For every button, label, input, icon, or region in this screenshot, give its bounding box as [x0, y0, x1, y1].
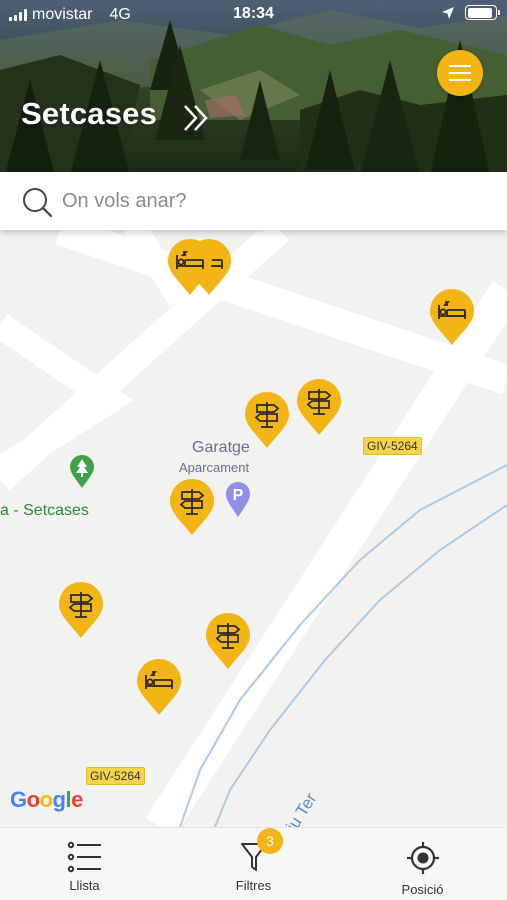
tab-filtres[interactable]: Filtres [169, 828, 338, 900]
map-pin-signpost [244, 391, 290, 449]
map-pin-signpost [169, 478, 215, 536]
map-pin-signpost [296, 378, 342, 436]
pin-lodging[interactable] [166, 238, 214, 296]
header: movistar 4G 18:34 Setcases [0, 0, 507, 175]
map-label-aparcament[interactable]: Aparcament [179, 460, 249, 475]
tab-posicio[interactable]: Posició [338, 828, 507, 900]
battery-icon [465, 5, 500, 20]
status-right [441, 5, 500, 20]
location-arrow-icon [442, 6, 454, 19]
map-pin-bed [136, 658, 182, 716]
map-pin-signpost [205, 612, 251, 670]
pin-lodging[interactable] [428, 288, 476, 346]
status-time: 18:34 [233, 5, 274, 22]
crosshair-icon [406, 842, 439, 874]
tab-llista[interactable]: Llista [0, 828, 169, 900]
pin-signpost[interactable] [168, 478, 216, 536]
map-view[interactable]: Garatge Aparcament a - Setcases GIV-5264… [0, 230, 507, 827]
map-label-setcases[interactable]: a - Setcases [0, 502, 89, 520]
tab-label-posicio: Posició [401, 882, 444, 897]
road-shield: GIV-5264 [86, 767, 145, 785]
page-title[interactable]: Setcases [21, 96, 157, 132]
pin-lodging[interactable] [135, 658, 183, 716]
tab-label-filtres: Filtres [235, 878, 272, 893]
hamburger-icon [449, 65, 471, 81]
battery-level [467, 7, 492, 18]
map-pin-bed [429, 288, 475, 346]
filter-count-badge: 3 [257, 828, 283, 854]
pin-signpost[interactable] [204, 612, 252, 670]
search-bar [0, 172, 507, 230]
svg-text:P: P [233, 487, 244, 504]
search-icon [23, 188, 53, 218]
double-chevron-right-icon[interactable] [182, 103, 210, 133]
list-icon [67, 841, 101, 873]
road-shield: GIV-5264 [363, 437, 422, 455]
park-tree-icon[interactable] [69, 455, 95, 489]
status-bar: movistar 4G 18:34 [0, 0, 507, 30]
bottom-tab-bar: Llista Filtres Posició [0, 827, 507, 900]
tab-label-llista: Llista [69, 878, 100, 893]
parking-icon[interactable]: P [225, 482, 251, 518]
map-label-garatge[interactable]: Garatge [192, 439, 250, 457]
search-input[interactable] [62, 185, 482, 217]
map-pin-signpost [58, 581, 104, 639]
pin-signpost[interactable] [57, 581, 105, 639]
map-pin-bed [167, 238, 213, 296]
pin-signpost[interactable] [295, 378, 343, 436]
pin-signpost[interactable] [243, 391, 291, 449]
google-logo: Google [10, 787, 83, 812]
menu-button[interactable] [437, 50, 483, 96]
